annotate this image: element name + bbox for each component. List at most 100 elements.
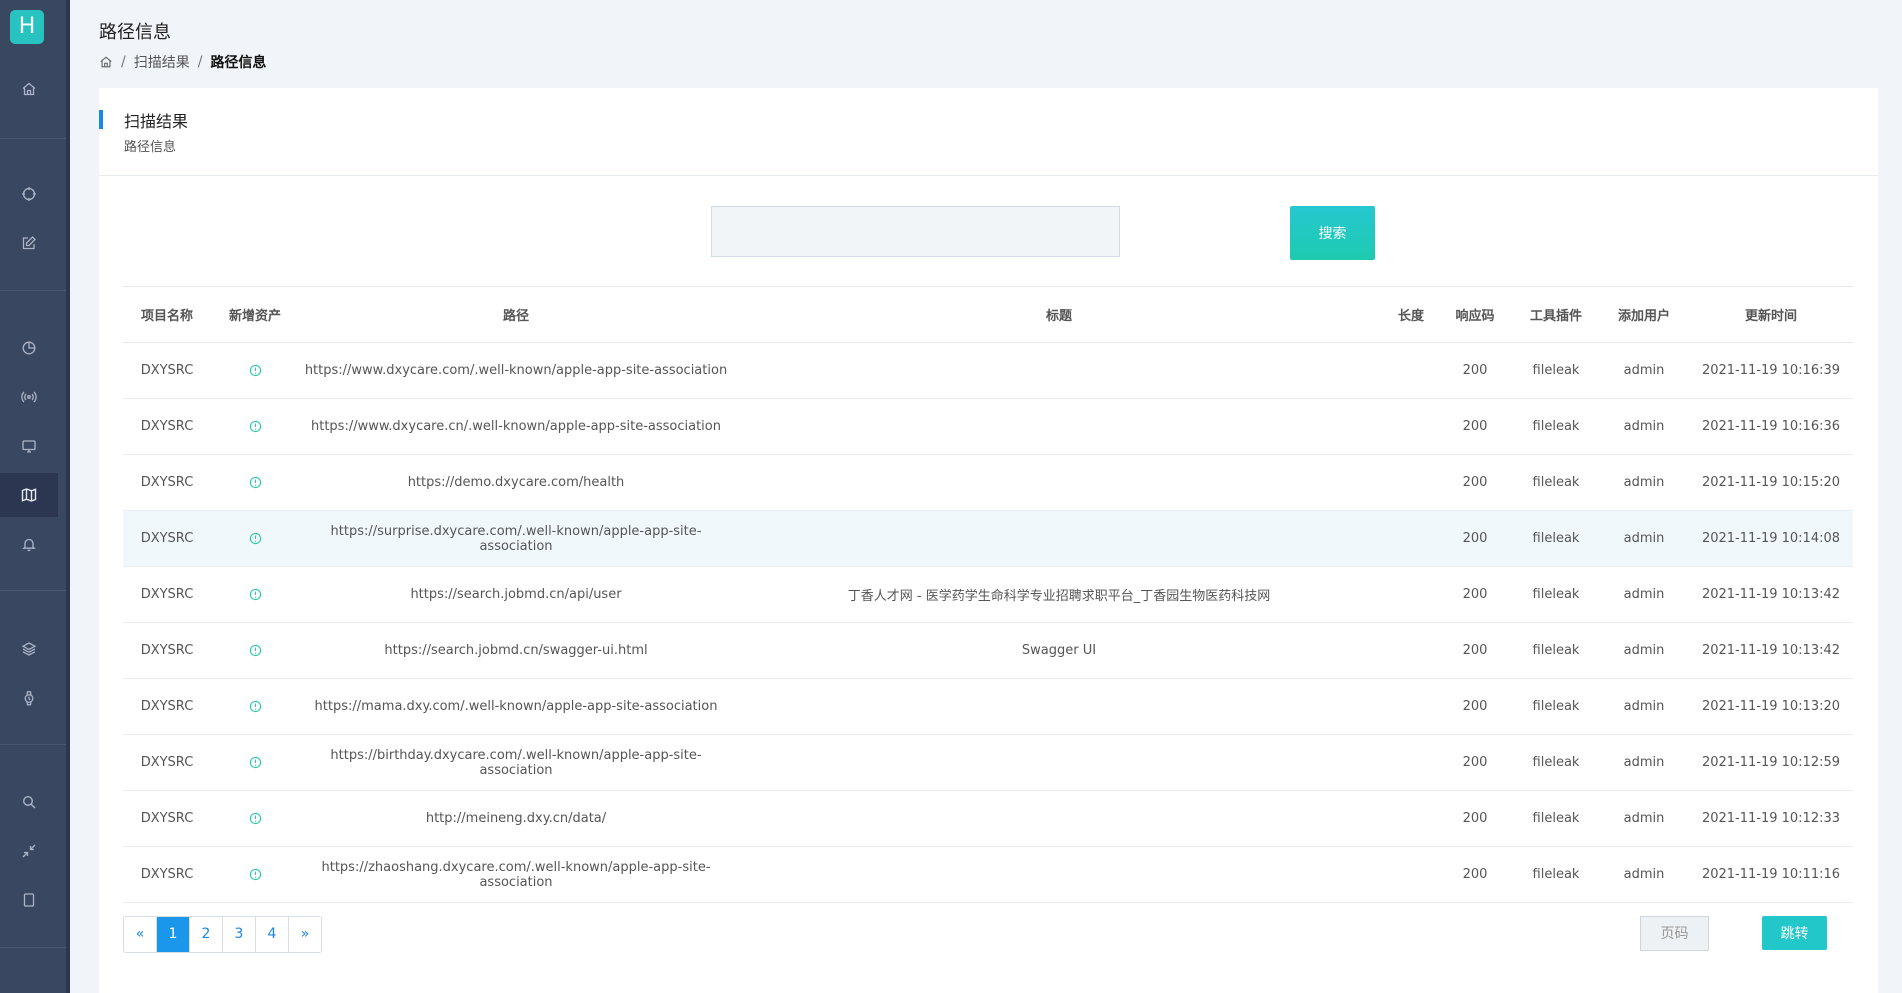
cell-plugin: fileleak — [1513, 790, 1599, 847]
cell-time: 2021-11-19 10:12:33 — [1689, 790, 1853, 847]
cell-project: DXYSRC — [123, 342, 211, 399]
table-row[interactable]: DXYSRC https://search.jobmd.cn/api/user 丁香… — [123, 566, 1853, 623]
search-button[interactable]: 搜索 — [1290, 206, 1375, 260]
cell-new-asset — [211, 342, 299, 399]
breadcrumb-item-current: 路径信息 — [210, 55, 267, 71]
edit-icon[interactable] — [0, 221, 58, 265]
cell-plugin: fileleak — [1513, 678, 1599, 735]
cell-status-code: 200 — [1437, 342, 1513, 399]
monitor-icon[interactable] — [0, 424, 58, 468]
home-icon[interactable] — [99, 55, 113, 69]
cell-length — [1385, 342, 1437, 399]
cell-new-asset — [211, 566, 299, 623]
pagination-page-4[interactable]: 4 — [256, 917, 289, 952]
pagination-next-button[interactable]: » — [289, 917, 321, 952]
new-asset-info-icon — [249, 756, 262, 769]
page-title: 路径信息 — [99, 22, 171, 43]
cell-project: DXYSRC — [123, 678, 211, 735]
pagination-page-2[interactable]: 2 — [190, 917, 223, 952]
column-length: 长度 — [1385, 286, 1437, 343]
table-row[interactable]: DXYSRC http://meineng.dxy.cn/data/200 file… — [123, 790, 1853, 847]
breadcrumb-item-scan-results[interactable]: 扫描结果 — [134, 52, 190, 72]
cell-length — [1385, 510, 1437, 567]
column-path: 路径 — [299, 286, 733, 343]
cell-title — [733, 398, 1385, 455]
cell-time: 2021-11-19 10:16:39 — [1689, 342, 1853, 399]
cell-title: 丁香人才网 - 医学药学生命科学专业招聘求职平台_丁香园生物医药科技网 — [733, 566, 1385, 623]
pagination-page-3[interactable]: 3 — [223, 917, 256, 952]
new-asset-info-icon — [249, 532, 262, 545]
table-row[interactable]: DXYSRC https://zhaoshang.dxycare.com/.wel… — [123, 846, 1853, 903]
search-input[interactable] — [711, 206, 1120, 257]
cell-user: admin — [1599, 846, 1689, 903]
table-row[interactable]: DXYSRC https://www.dxycare.com/.well-know… — [123, 342, 1853, 399]
cell-path: https://birthday.dxycare.com/.well-known… — [299, 734, 733, 791]
cell-time: 2021-11-19 10:15:20 — [1689, 454, 1853, 511]
cell-project: DXYSRC — [123, 622, 211, 679]
cell-status-code: 200 — [1437, 678, 1513, 735]
cell-path: https://www.dxycare.cn/.well-known/apple… — [299, 398, 733, 455]
cell-title — [733, 510, 1385, 567]
cell-status-code: 200 — [1437, 566, 1513, 623]
cell-path: https://mama.dxy.com/.well-known/apple-a… — [299, 678, 733, 735]
cell-project: DXYSRC — [123, 398, 211, 455]
page-number-input[interactable] — [1640, 916, 1709, 951]
cell-path: https://demo.dxycare.com/health — [299, 454, 733, 511]
table-row[interactable]: DXYSRC https://birthday.dxycare.com/.well… — [123, 734, 1853, 791]
sidebar-divider — [0, 138, 66, 139]
sidebar-edge — [66, 0, 70, 993]
crosshair-icon[interactable] — [0, 172, 58, 216]
breadcrumb: / 扫描结果 / 路径信息 — [99, 52, 266, 72]
pagination-page-1[interactable]: 1 — [157, 917, 190, 952]
cell-title — [733, 790, 1385, 847]
table-row[interactable]: DXYSRC https://surprise.dxycare.com/.well… — [123, 510, 1853, 567]
cell-project: DXYSRC — [123, 734, 211, 791]
cell-plugin: fileleak — [1513, 454, 1599, 511]
cell-time: 2021-11-19 10:13:42 — [1689, 622, 1853, 679]
breadcrumb-separator: / — [197, 54, 203, 70]
cell-path: https://surprise.dxycare.com/.well-known… — [299, 510, 733, 567]
cell-status-code: 200 — [1437, 846, 1513, 903]
column-plugin: 工具插件 — [1513, 286, 1599, 343]
pie-chart-icon[interactable] — [0, 326, 58, 370]
table-row[interactable]: DXYSRC https://mama.dxy.com/.well-known/a… — [123, 678, 1853, 735]
map-icon[interactable] — [0, 473, 58, 517]
layers-icon[interactable] — [0, 627, 58, 671]
cell-length — [1385, 790, 1437, 847]
cell-length — [1385, 566, 1437, 623]
cell-path: https://search.jobmd.cn/swagger-ui.html — [299, 622, 733, 679]
sidebar-divider — [0, 744, 66, 745]
path-table: 项目名称 新增资产 路径 标题 长度 响应码 工具插件 添加用户 更新时间 DXYSRC http… — [123, 286, 1853, 903]
new-asset-info-icon — [249, 868, 262, 881]
cell-new-asset — [211, 510, 299, 567]
pagination-prev-button[interactable]: « — [124, 917, 157, 952]
cell-user: admin — [1599, 566, 1689, 623]
cell-title: Swagger UI — [733, 622, 1385, 679]
cell-status-code: 200 — [1437, 622, 1513, 679]
app-logo[interactable]: H — [10, 10, 44, 44]
tablet-icon[interactable] — [0, 878, 58, 922]
cell-user: admin — [1599, 398, 1689, 455]
table-row[interactable]: DXYSRC https://www.dxycare.cn/.well-known… — [123, 398, 1853, 455]
cell-time: 2021-11-19 10:16:36 — [1689, 398, 1853, 455]
minimize-icon[interactable] — [0, 829, 58, 873]
cell-project: DXYSRC — [123, 790, 211, 847]
table-row[interactable]: DXYSRC https://search.jobmd.cn/swagger-ui… — [123, 622, 1853, 679]
broadcast-icon[interactable] — [0, 375, 58, 419]
bell-icon[interactable] — [0, 522, 58, 566]
home-icon[interactable] — [0, 67, 58, 111]
cell-plugin: fileleak — [1513, 398, 1599, 455]
cell-title — [733, 734, 1385, 791]
cell-plugin: fileleak — [1513, 846, 1599, 903]
cell-new-asset — [211, 398, 299, 455]
watch-icon[interactable] — [0, 676, 58, 720]
cell-path: http://meineng.dxy.cn/data/ — [299, 790, 733, 847]
cell-user: admin — [1599, 678, 1689, 735]
cell-new-asset — [211, 678, 299, 735]
card-subtitle: 路径信息 — [124, 140, 177, 155]
table-row[interactable]: DXYSRC https://demo.dxycare.com/health 200… — [123, 454, 1853, 511]
search-icon[interactable] — [0, 780, 58, 824]
jump-button[interactable]: 跳转 — [1762, 916, 1827, 950]
cell-project: DXYSRC — [123, 454, 211, 511]
sidebar-divider — [0, 947, 66, 948]
